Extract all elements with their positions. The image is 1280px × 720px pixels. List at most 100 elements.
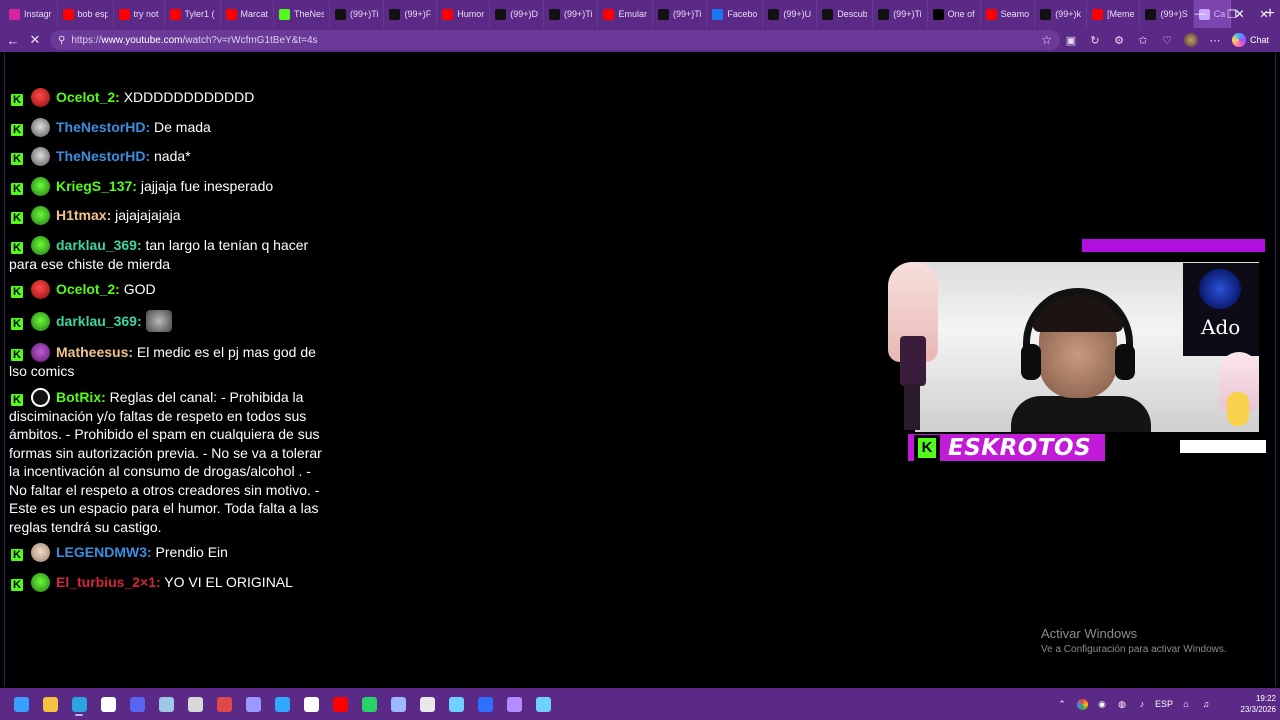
photoshop-icon[interactable] (271, 692, 293, 716)
close-window-button[interactable]: ✕ (1248, 0, 1280, 28)
browser-tab[interactable]: Marcat (221, 0, 275, 28)
browser-tab[interactable]: [Meme (1087, 0, 1141, 28)
profile-avatar[interactable] (1182, 31, 1200, 49)
browser-tab[interactable]: (99+)Ti (330, 0, 385, 28)
file-explorer-icon[interactable] (39, 692, 61, 716)
extensions-icon[interactable]: ⚙ (1110, 31, 1128, 49)
back-button[interactable]: ← (2, 29, 24, 51)
chat-avatar[interactable] (31, 387, 50, 407)
maximize-button[interactable]: ❐ (1216, 0, 1248, 28)
chat-username[interactable]: Ocelot_2: (56, 89, 120, 105)
notification-app-icon[interactable] (213, 692, 235, 716)
browser-tab[interactable]: Descub (817, 0, 874, 28)
chat-username[interactable]: TheNestorHD: (56, 148, 150, 164)
anime-girl-figure-left (884, 256, 942, 431)
browser-tab[interactable]: (99+)D (490, 0, 545, 28)
chat-username[interactable]: KriegS_137: (56, 178, 137, 194)
browser-tab[interactable]: bob esp (58, 0, 114, 28)
browser-tab[interactable]: Instagr (4, 0, 58, 28)
chat-avatar[interactable] (31, 312, 50, 331)
browser-tab[interactable]: (99+)k (1035, 0, 1087, 28)
overlay-accent-bar (1082, 239, 1265, 252)
chat-avatar[interactable] (31, 543, 50, 562)
chat-username[interactable]: LEGENDMW3: (56, 544, 152, 560)
chat-username[interactable]: Ocelot_2: (56, 281, 120, 297)
notepad-icon[interactable] (445, 692, 467, 716)
browser-tab[interactable]: try not (114, 0, 165, 28)
audio-editor-icon[interactable] (503, 692, 525, 716)
clock-date: 23/3/2026 (1240, 705, 1276, 714)
chrome-tray-icon[interactable] (1075, 698, 1089, 710)
whatsapp-icon[interactable] (358, 692, 380, 716)
chat-username[interactable]: TheNestorHD: (56, 119, 150, 135)
language-indicator[interactable]: ESP (1155, 699, 1173, 709)
browser-tab[interactable]: (99+)F (384, 0, 438, 28)
browser-tab[interactable]: Seamo (981, 0, 1036, 28)
browser-tab[interactable]: Tyler1 ( (165, 0, 221, 28)
chat-username[interactable]: darklau_369: (56, 237, 142, 253)
system-clock[interactable]: 19:22 23/3/2026 (1224, 693, 1276, 715)
favorite-star-icon[interactable]: ☆ (1041, 33, 1052, 47)
kick-app-icon[interactable] (532, 692, 554, 716)
chat-avatar[interactable] (31, 88, 50, 107)
chat-avatar[interactable] (31, 147, 50, 166)
chat-username[interactable]: El_turbius_2×1: (56, 574, 161, 590)
chat-avatar[interactable] (31, 117, 50, 137)
chat-username[interactable]: darklau_369: (56, 313, 142, 329)
kick-badge-icon: K (11, 349, 23, 361)
youtube-app-icon[interactable] (329, 692, 351, 716)
tiktok-icon (389, 8, 401, 20)
browser-tab[interactable]: Facebo (707, 0, 764, 28)
youtube-icon (603, 8, 615, 20)
microphone-tray-icon[interactable]: ♪ (1135, 699, 1149, 709)
windows-start-icon[interactable] (10, 692, 32, 716)
discord-icon[interactable] (126, 692, 148, 716)
volume-icon[interactable]: ♫ (1199, 699, 1213, 709)
browser-tab[interactable]: Emular (598, 0, 653, 28)
chat-username[interactable]: H1tmax: (56, 207, 111, 223)
chat-avatar[interactable] (31, 176, 50, 196)
epic-games-icon[interactable] (416, 692, 438, 716)
settings-icon[interactable] (184, 692, 206, 716)
chat-avatar[interactable] (31, 280, 50, 299)
discord-tray-icon[interactable]: ◉ (1095, 699, 1109, 710)
browser-tab[interactable]: (99+)U (763, 0, 818, 28)
browser-essentials-icon[interactable]: ♡ (1158, 31, 1176, 49)
browser-tab[interactable]: (99+)Ti (873, 0, 928, 28)
tab-label: (99+)F (404, 9, 432, 19)
chat-message: K TheNestorHD: De mada (9, 117, 324, 137)
kick-chat-overlay: K Ocelot_2: XDDDDDDDDDDDD K TheNestorHD: De… (9, 88, 324, 592)
copilot-chat-button[interactable]: Chat (1232, 30, 1269, 50)
browser-tab[interactable]: One of (928, 0, 981, 28)
url-text: https://www.youtube.com/watch?v=rWcfmG1t… (71, 34, 318, 46)
stop-loading-button[interactable]: ✕ (24, 29, 46, 51)
refresh-extension-icon[interactable]: ↻ (1086, 31, 1104, 49)
premiere-icon[interactable] (242, 692, 264, 716)
steam-tray-icon[interactable]: ◍ (1115, 699, 1129, 710)
site-info-icon[interactable]: ⚲ (58, 35, 65, 46)
vpn-icon[interactable] (387, 692, 409, 716)
steam-icon[interactable] (155, 692, 177, 716)
browser-tab[interactable]: (99+)Ti (653, 0, 708, 28)
address-bar[interactable]: ⚲ https://www.youtube.com/watch?v=rWcfmG… (50, 30, 1060, 50)
chat-avatar[interactable] (31, 206, 50, 225)
chat-avatar[interactable] (31, 343, 50, 362)
split-screen-icon[interactable]: ▣ (1062, 31, 1080, 49)
chat-avatar[interactable] (31, 572, 50, 592)
media-player-icon[interactable] (474, 692, 496, 716)
microsoft-store-icon[interactable] (97, 692, 119, 716)
edge-icon[interactable] (68, 692, 90, 716)
capcut-icon[interactable] (300, 692, 322, 716)
more-options-icon[interactable]: ⋯ (1206, 31, 1224, 49)
network-icon[interactable]: ⌂ (1179, 699, 1193, 709)
chat-username[interactable]: BotRix: (56, 389, 106, 405)
browser-tab[interactable]: TheNes (274, 0, 331, 28)
minimize-button[interactable]: — (1184, 0, 1216, 28)
favorites-icon[interactable]: ✩ (1134, 31, 1152, 49)
show-hidden-icons-icon[interactable]: ⌃ (1055, 699, 1069, 710)
chat-text (142, 313, 146, 329)
chat-avatar[interactable] (31, 235, 50, 255)
browser-tab[interactable]: Humor (437, 0, 491, 28)
chat-username[interactable]: Matheesus: (56, 344, 133, 360)
browser-tab[interactable]: (99+)Ti (544, 0, 599, 28)
